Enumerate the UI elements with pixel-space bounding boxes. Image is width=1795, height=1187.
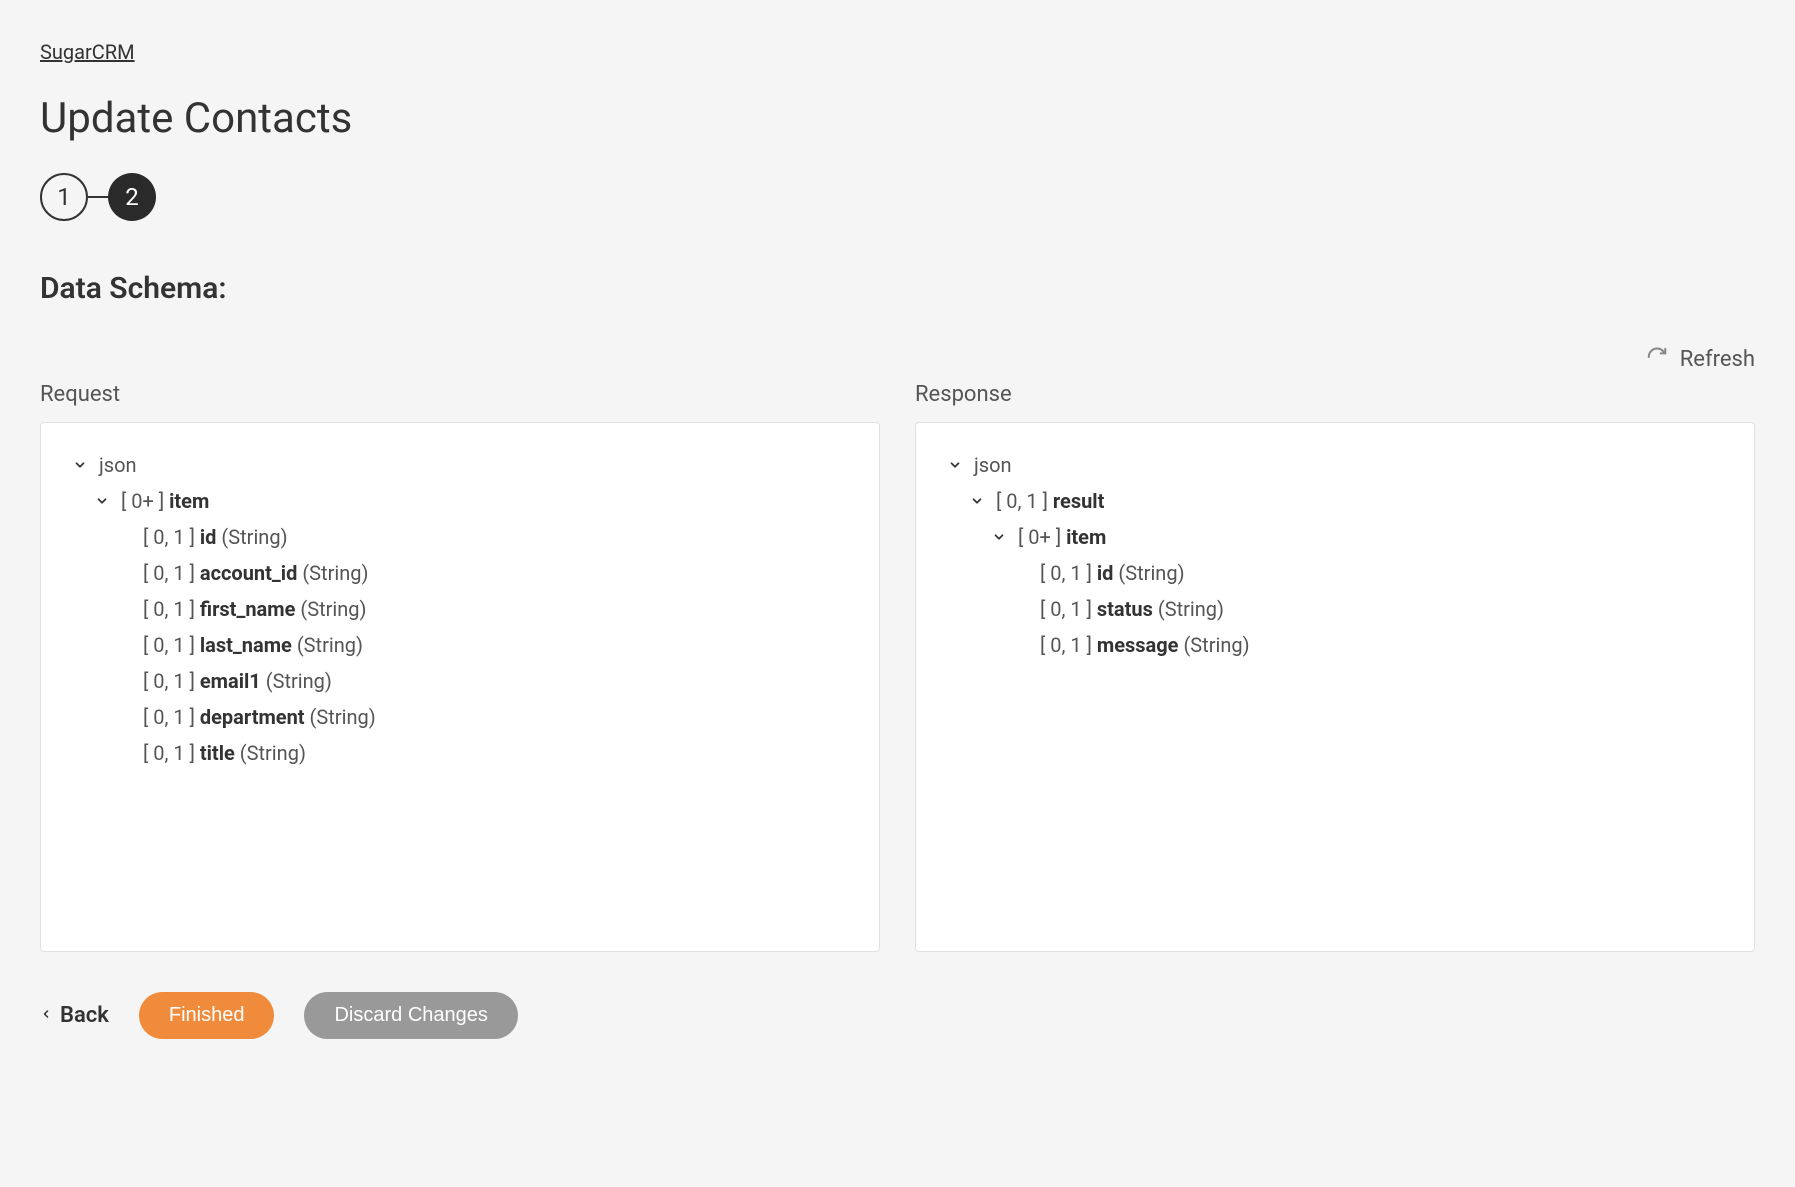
field-type: (String) — [1158, 597, 1224, 621]
field-name: department — [200, 705, 305, 729]
response-column: Response json [ 0, 1 ] result — [915, 382, 1755, 952]
schema-field[interactable]: [ 0, 1 ] department (String) — [143, 705, 849, 729]
field-type: (String) — [302, 561, 368, 585]
field-type: (String) — [266, 669, 332, 693]
field-name: title — [200, 741, 235, 765]
cardinality: [ 0, 1 ] — [143, 633, 195, 657]
field-type: (String) — [297, 633, 363, 657]
response-item-node[interactable]: [ 0+ ] item — [990, 525, 1724, 549]
field-name: result — [1053, 489, 1104, 513]
cardinality: [ 0, 1 ] — [143, 741, 195, 765]
chevron-down-icon[interactable] — [968, 494, 986, 508]
schema-field[interactable]: [ 0, 1 ] id (String) — [1040, 561, 1724, 585]
schema-field[interactable]: [ 0, 1 ] message (String) — [1040, 633, 1724, 657]
stepper: 1 2 — [40, 173, 1755, 221]
chevron-down-icon[interactable] — [93, 494, 111, 508]
back-button[interactable]: Back — [40, 1003, 109, 1028]
field-name: last_name — [200, 633, 292, 657]
field-type: (String) — [300, 597, 366, 621]
response-schema-box: json [ 0, 1 ] result — [915, 422, 1755, 952]
field-type: (String) — [221, 525, 287, 549]
request-item-node[interactable]: [ 0+ ] item — [93, 489, 849, 513]
json-label: json — [974, 453, 1012, 477]
field-name: id — [200, 525, 217, 549]
step-2[interactable]: 2 — [108, 173, 156, 221]
schema-field[interactable]: [ 0, 1 ] title (String) — [143, 741, 849, 765]
field-type: (String) — [240, 741, 306, 765]
cardinality: [ 0, 1 ] — [143, 525, 195, 549]
field-type: (String) — [1118, 561, 1184, 585]
step-connector — [88, 196, 108, 198]
cardinality: [ 0, 1 ] — [143, 705, 195, 729]
chevron-left-icon — [40, 1003, 52, 1028]
field-name: email1 — [200, 669, 261, 693]
refresh-icon[interactable] — [1646, 346, 1668, 372]
schema-field[interactable]: [ 0, 1 ] id (String) — [143, 525, 849, 549]
request-schema-box: json [ 0+ ] item [ 0, 1 ] id (String)[ 0… — [40, 422, 880, 952]
request-json-node[interactable]: json — [71, 453, 849, 477]
cardinality: [ 0, 1 ] — [996, 489, 1048, 513]
schema-field[interactable]: [ 0, 1 ] email1 (String) — [143, 669, 849, 693]
response-result-node[interactable]: [ 0, 1 ] result — [968, 489, 1724, 513]
refresh-button[interactable]: Refresh — [1680, 347, 1755, 372]
cardinality: [ 0, 1 ] — [1040, 561, 1092, 585]
response-json-node[interactable]: json — [946, 453, 1724, 477]
request-column: Request json [ 0+ ] item — [40, 382, 880, 952]
field-name: account_id — [200, 561, 297, 585]
schema-field[interactable]: [ 0, 1 ] first_name (String) — [143, 597, 849, 621]
cardinality: [ 0+ ] — [1018, 525, 1061, 549]
field-name: item — [169, 489, 209, 513]
section-heading-data-schema: Data Schema: — [40, 271, 1755, 306]
field-name: first_name — [200, 597, 296, 621]
field-type: (String) — [1183, 633, 1249, 657]
chevron-down-icon[interactable] — [990, 530, 1008, 544]
breadcrumb-sugarcrm[interactable]: SugarCRM — [40, 40, 1755, 64]
field-name: status — [1097, 597, 1153, 621]
cardinality: [ 0, 1 ] — [1040, 633, 1092, 657]
page-title: Update Contacts — [40, 94, 1755, 143]
cardinality: [ 0+ ] — [121, 489, 164, 513]
chevron-down-icon[interactable] — [71, 458, 89, 472]
json-label: json — [99, 453, 137, 477]
request-label: Request — [40, 382, 880, 407]
schema-field[interactable]: [ 0, 1 ] status (String) — [1040, 597, 1724, 621]
chevron-down-icon[interactable] — [946, 458, 964, 472]
cardinality: [ 0, 1 ] — [143, 561, 195, 585]
finished-button[interactable]: Finished — [139, 992, 275, 1039]
schema-field[interactable]: [ 0, 1 ] account_id (String) — [143, 561, 849, 585]
cardinality: [ 0, 1 ] — [1040, 597, 1092, 621]
back-label: Back — [60, 1003, 109, 1028]
field-name: message — [1097, 633, 1179, 657]
field-name: item — [1066, 525, 1106, 549]
cardinality: [ 0, 1 ] — [143, 597, 195, 621]
cardinality: [ 0, 1 ] — [143, 669, 195, 693]
field-type: (String) — [310, 705, 376, 729]
schema-field[interactable]: [ 0, 1 ] last_name (String) — [143, 633, 849, 657]
field-name: id — [1097, 561, 1114, 585]
discard-changes-button[interactable]: Discard Changes — [304, 992, 517, 1039]
step-1[interactable]: 1 — [40, 173, 88, 221]
response-label: Response — [915, 382, 1755, 407]
